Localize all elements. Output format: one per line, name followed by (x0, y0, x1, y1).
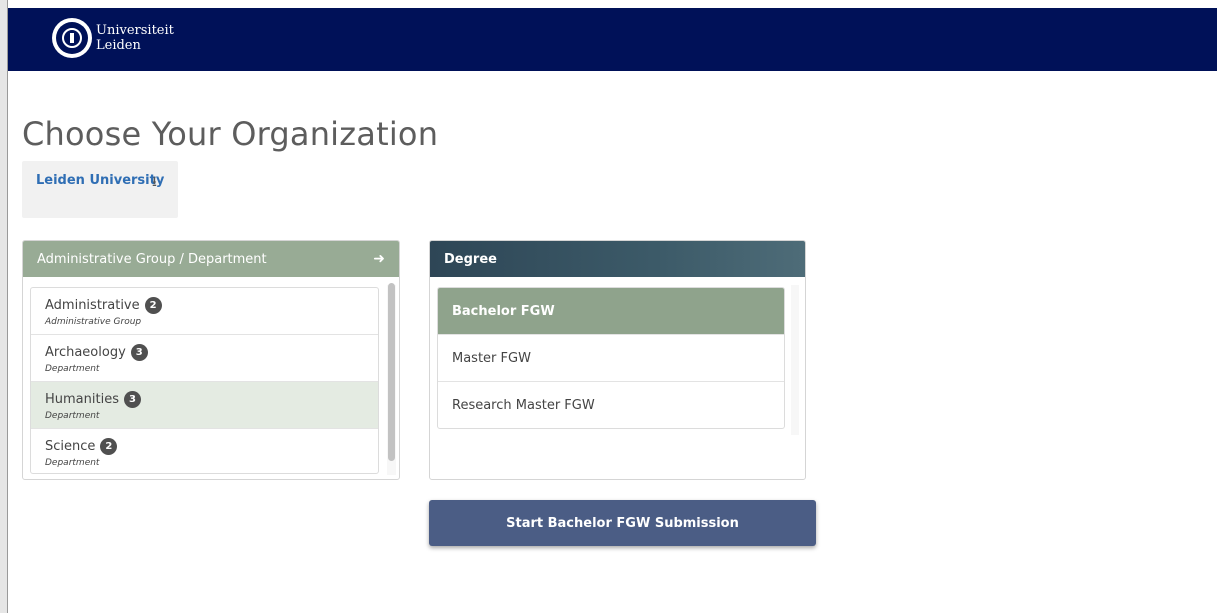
degree-list: Bachelor FGW Master FGW Research Master … (437, 287, 785, 429)
count-badge: 2 (100, 438, 118, 455)
item-title: Humanities (45, 392, 119, 407)
item-subtitle: Administrative Group (45, 317, 142, 327)
degree-item-master-fgw[interactable]: Master FGW (438, 335, 784, 382)
university-seal-icon (52, 18, 92, 58)
item-title: Archaeology (45, 345, 126, 360)
list-item-science[interactable]: Science 2 Department (31, 429, 378, 473)
admin-list-scrollbar-thumb[interactable] (388, 283, 395, 461)
logo-text: Universiteit Leiden (96, 23, 174, 53)
logo-line-1: Universiteit (96, 23, 174, 38)
arrow-right-icon[interactable]: ➜ (373, 251, 385, 267)
item-title: Science (45, 439, 96, 454)
count-badge: 2 (144, 297, 162, 314)
degree-panel-title: Degree (444, 251, 497, 267)
count-badge: 3 (123, 391, 141, 408)
degree-label: Master FGW (452, 350, 531, 366)
degree-item-bachelor-fgw[interactable]: Bachelor FGW (438, 288, 784, 335)
window-left-border (7, 0, 8, 613)
admin-group-panel-title: Administrative Group / Department (37, 251, 267, 267)
organization-selector-label[interactable]: Leiden University (36, 173, 164, 188)
logo-line-2: Leiden (96, 38, 141, 53)
item-subtitle: Department (45, 458, 100, 468)
arrow-down-icon[interactable]: ⭳ (152, 173, 157, 191)
degree-label: Research Master FGW (452, 397, 595, 413)
degree-label: Bachelor FGW (452, 303, 555, 319)
degree-panel: Degree Bachelor FGW Master FGW Research … (429, 240, 806, 480)
item-subtitle: Department (45, 411, 100, 421)
admin-group-panel-header: Administrative Group / Department ➜ (23, 241, 399, 277)
list-item-humanities[interactable]: Humanities 3 Department (31, 382, 378, 429)
page-title: Choose Your Organization (22, 115, 439, 153)
count-badge: 3 (130, 344, 148, 361)
item-subtitle: Department (45, 364, 100, 374)
university-logo[interactable]: Universiteit Leiden (52, 18, 174, 58)
admin-group-panel: Administrative Group / Department ➜ Admi… (22, 240, 400, 480)
organization-selector[interactable]: Leiden University ⭳ (22, 161, 178, 218)
degree-list-scrollbar-track[interactable] (791, 285, 799, 435)
degree-panel-header: Degree (430, 241, 805, 277)
item-title: Administrative (45, 298, 140, 313)
list-item-administrative[interactable]: Administrative 2 Administrative Group (31, 288, 378, 335)
top-header-bar: Universiteit Leiden (8, 8, 1217, 71)
admin-group-list: Administrative 2 Administrative Group Ar… (30, 287, 379, 474)
start-submission-button[interactable]: Start Bachelor FGW Submission (429, 500, 816, 546)
degree-item-research-master-fgw[interactable]: Research Master FGW (438, 382, 784, 428)
list-item-archaeology[interactable]: Archaeology 3 Department (31, 335, 378, 382)
